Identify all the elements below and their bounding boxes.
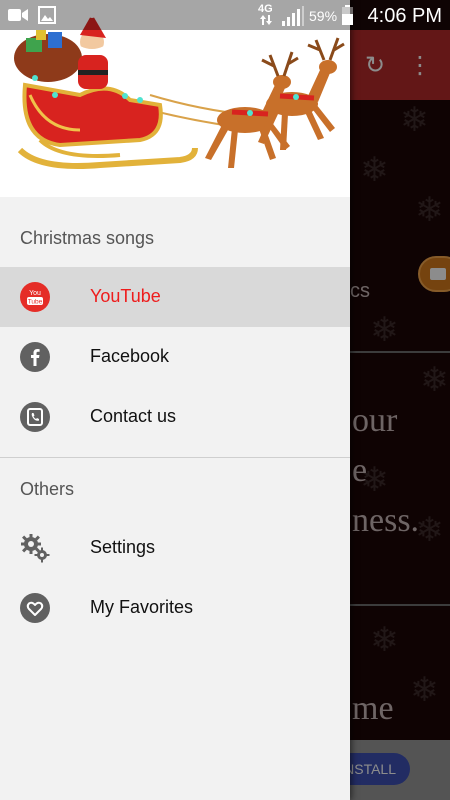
signal-strength-icon: [282, 6, 304, 26]
status-bar: 4G 59% 4:06 PM: [0, 0, 450, 30]
nav-label-settings: Settings: [90, 537, 156, 557]
nav-label-my-favorites: My Favorites: [90, 597, 194, 617]
youtube-icon: You Tube: [20, 282, 50, 312]
battery-icon: [342, 5, 353, 25]
data-arrows-icon: [260, 15, 272, 25]
svg-text:You: You: [29, 290, 41, 297]
nav-item-my-favorites[interactable]: My Favorites: [0, 578, 350, 638]
nav-item-contact-us[interactable]: Contact us: [0, 387, 350, 447]
nav-label-youtube: YouTube: [90, 286, 161, 306]
section-title-others: Others: [20, 479, 75, 499]
network-type-label: 4G: [258, 3, 273, 15]
image-icon: [38, 6, 56, 24]
battery-percentage: 59%: [309, 8, 338, 24]
section-divider: [0, 457, 350, 458]
nav-item-youtube[interactable]: You Tube YouTube: [0, 267, 350, 327]
heart-icon: [20, 593, 50, 623]
nav-item-settings[interactable]: Settings: [0, 518, 350, 578]
nav-label-facebook: Facebook: [90, 346, 170, 366]
gears-icon: [20, 533, 50, 563]
video-camera-icon: [8, 9, 28, 21]
phone-icon: [20, 402, 50, 432]
clock: 4:06 PM: [367, 5, 442, 27]
nav-label-contact-us: Contact us: [90, 406, 177, 426]
nav-item-facebook[interactable]: Facebook: [0, 327, 350, 387]
facebook-icon: [20, 342, 50, 372]
section-title-christmas-songs: Christmas songs: [20, 228, 155, 248]
svg-text:Tube: Tube: [28, 299, 43, 306]
navigation-drawer: Christmas songs You Tube YouTube Faceboo…: [0, 0, 350, 800]
